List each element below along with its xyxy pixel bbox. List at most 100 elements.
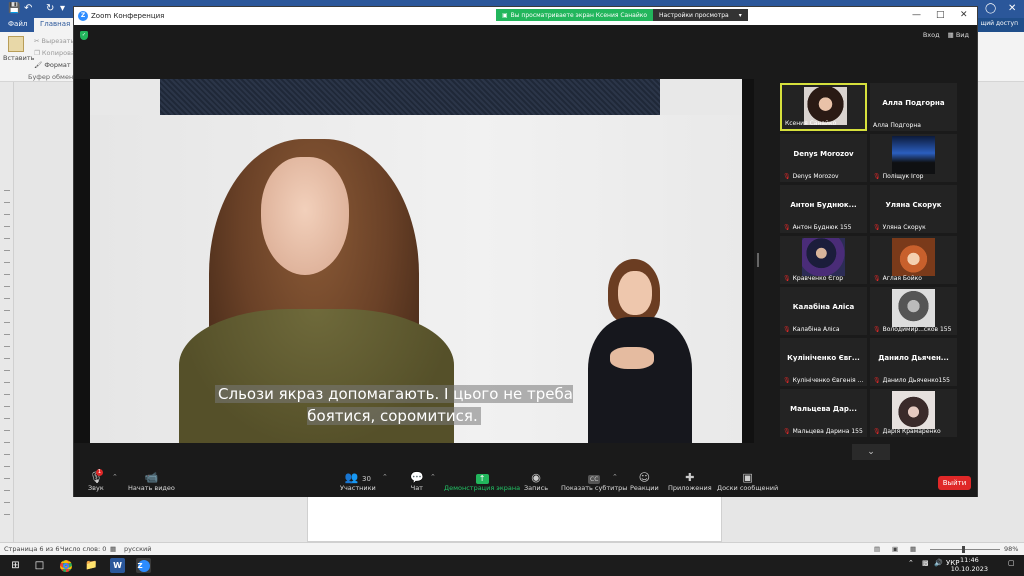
chrome-icon[interactable]: [58, 558, 73, 573]
gallery-scroll-down-icon[interactable]: ⌄: [852, 444, 890, 460]
whiteboards-button[interactable]: ▣ Доски сообщений: [717, 471, 778, 492]
close-icon[interactable]: ✕: [960, 10, 968, 20]
minimize-icon[interactable]: —: [912, 10, 921, 20]
participant-name-label: 🎙 Дарія Крамаренко: [873, 428, 955, 435]
tray-chevron-icon[interactable]: ⌃: [908, 559, 914, 567]
word-taskbar-icon[interactable]: W: [110, 558, 125, 573]
web-layout-icon[interactable]: ▦: [910, 545, 916, 553]
word-share-button[interactable]: щий доступ: [974, 18, 1024, 32]
notifications-icon[interactable]: ▢: [1008, 559, 1015, 567]
sign-language-interpreter: [580, 259, 700, 443]
participant-name-label: 🎙 Поліщук Ігор: [873, 173, 955, 180]
participant-video: [892, 391, 935, 429]
apps-button[interactable]: ✚ Приложения: [668, 471, 712, 492]
participant-tile[interactable]: Мальцева Дар... 🎙 Мальцева Дарина 155: [780, 389, 867, 437]
windows-start-icon[interactable]: ⊞: [8, 558, 23, 573]
participant-label-text: Данило Дьяченко155: [882, 377, 950, 384]
participant-tile[interactable]: 🎙 Кравченко Єгор: [780, 236, 867, 284]
zoom-titlebar: Z Zoom Конференция ▣ Вы просматриваете э…: [74, 7, 977, 25]
shared-screen-view[interactable]: Сльози якраз допомагають. І цього не тре…: [74, 79, 754, 443]
participant-name-label: 🎙 Мальцева Дарина 155: [783, 428, 865, 435]
participants-button[interactable]: 👥 30 Участники: [340, 471, 376, 492]
participant-label-text: Володимир...сков 155: [882, 326, 952, 333]
zoom-taskbar-icon[interactable]: Z: [136, 558, 151, 573]
chat-button[interactable]: 💬 Чат: [410, 471, 424, 492]
mic-muted-icon: 🎙: [783, 275, 791, 282]
clock-time: 11:46: [960, 556, 979, 564]
reactions-button[interactable]: ☺ Реакции: [630, 471, 659, 492]
panel-splitter[interactable]: [757, 253, 759, 267]
participant-label-text: Мальцева Дарина 155: [792, 428, 863, 435]
participant-name-label: Алла Подгорна: [873, 122, 955, 129]
participant-tile[interactable]: 🎙 Володимир...сков 155: [870, 287, 957, 335]
cut-button[interactable]: ✂ Вырезать: [34, 37, 74, 45]
undo-icon[interactable]: ↶: [24, 3, 32, 14]
task-view-icon[interactable]: □: [32, 558, 47, 573]
tab-file[interactable]: Файл: [8, 20, 27, 28]
participant-tile[interactable]: Калабіна Аліса 🎙 Калабіна Аліса: [780, 287, 867, 335]
page-count: Страница 6 из 6: [4, 545, 60, 553]
read-mode-icon[interactable]: ▤: [874, 545, 880, 553]
view-button[interactable]: ▦ Вид: [948, 31, 969, 39]
participant-tile[interactable]: Кулініченко Євг... 🎙 Кулініченко Євгенія .…: [780, 338, 867, 386]
participant-display-name: Кулініченко Євг...: [787, 354, 860, 362]
participant-name-label: 🎙 Уляна Скорук: [873, 224, 955, 231]
help-icon[interactable]: ◯: [985, 3, 996, 14]
print-layout-icon[interactable]: ▣: [892, 545, 898, 553]
mic-muted-icon: 🎙: [873, 224, 881, 231]
audio-options-caret[interactable]: ⌃: [112, 473, 118, 481]
leave-meeting-button[interactable]: Выйти: [938, 476, 971, 490]
participant-tile[interactable]: 🎙 Дарія Крамаренко: [870, 389, 957, 437]
maximize-icon[interactable]: □: [936, 10, 945, 20]
participant-label-text: Ксения Санайко: [785, 120, 837, 127]
network-icon[interactable]: ▩: [922, 559, 929, 567]
document-page[interactable]: [307, 492, 722, 542]
volume-icon[interactable]: 🔊: [934, 559, 943, 567]
enter-button[interactable]: Вход: [923, 31, 940, 39]
save-icon[interactable]: 💾: [8, 3, 20, 14]
security-shield-icon[interactable]: ✓: [80, 31, 88, 40]
word-close-icon[interactable]: ✕: [1008, 3, 1016, 14]
proofing-icon[interactable]: ▦: [110, 545, 116, 553]
participant-tile[interactable]: Данило Дьячен... 🎙 Данило Дьяченко155: [870, 338, 957, 386]
quick-access-icon[interactable]: ▾: [60, 3, 65, 14]
file-explorer-icon[interactable]: 📁: [84, 558, 99, 573]
language-label[interactable]: русский: [124, 545, 152, 553]
paste-icon[interactable]: [8, 36, 24, 52]
chevron-down-icon: ▾: [738, 11, 742, 19]
record-button[interactable]: ◉ Запись: [524, 471, 548, 492]
paste-button[interactable]: Вставить: [3, 54, 34, 62]
share-screen-icon: ▣: [502, 11, 508, 19]
tab-home[interactable]: Главная: [34, 18, 77, 32]
mic-muted-icon: 🎙: [783, 173, 791, 180]
participant-tile[interactable]: 🎙 Поліщук Ігор: [870, 134, 957, 182]
captions-options-caret[interactable]: ⌃: [612, 473, 618, 481]
participant-tile[interactable]: Уляна Скорук 🎙 Уляна Скорук: [870, 185, 957, 233]
clock[interactable]: 11:46 10.10.2023: [951, 556, 988, 574]
mic-muted-icon: 🎙: [783, 326, 791, 333]
view-options-button[interactable]: Настройки просмотра ▾: [653, 9, 748, 21]
participant-name-label: 🎙 Калабіна Аліса: [783, 326, 865, 333]
start-video-button[interactable]: 📹 Начать видео: [128, 471, 175, 492]
zoom-slider[interactable]: [930, 546, 1000, 553]
participant-gallery: Ксения Санайко Алла Подгорна Алла Подгорна…: [780, 83, 958, 443]
microphone-icon: 🎙 1: [88, 469, 103, 484]
chat-options-caret[interactable]: ⌃: [430, 473, 436, 481]
copy-button[interactable]: ❐ Копирова: [34, 49, 75, 57]
word-count: Число слов: 0: [60, 545, 107, 553]
redo-icon[interactable]: ↻: [46, 3, 54, 14]
zoom-percent[interactable]: 98%: [1004, 545, 1018, 553]
participant-display-name: Denys Morozov: [793, 150, 854, 158]
participant-display-name: Калабіна Аліса: [792, 303, 855, 311]
participants-options-caret[interactable]: ⌃: [382, 473, 388, 481]
share-screen-button[interactable]: ↑ Демонстрация экрана: [444, 471, 520, 492]
participant-tile[interactable]: 🎙 Аглая Бойко: [870, 236, 957, 284]
record-icon: ◉: [531, 471, 541, 484]
participant-tile[interactable]: Алла Подгорна Алла Подгорна: [870, 83, 957, 131]
participant-tile[interactable]: Антон Буднюк... 🎙 Антон Буднюк 155: [780, 185, 867, 233]
participant-tile[interactable]: Ксения Санайко: [780, 83, 867, 131]
participant-label-text: Уляна Скорук: [882, 224, 926, 231]
whiteboard-icon: ▣: [742, 471, 753, 484]
audio-button[interactable]: 🎙 1 Звук: [88, 469, 104, 492]
participant-tile[interactable]: Denys Morozov 🎙 Denys Morozov: [780, 134, 867, 182]
